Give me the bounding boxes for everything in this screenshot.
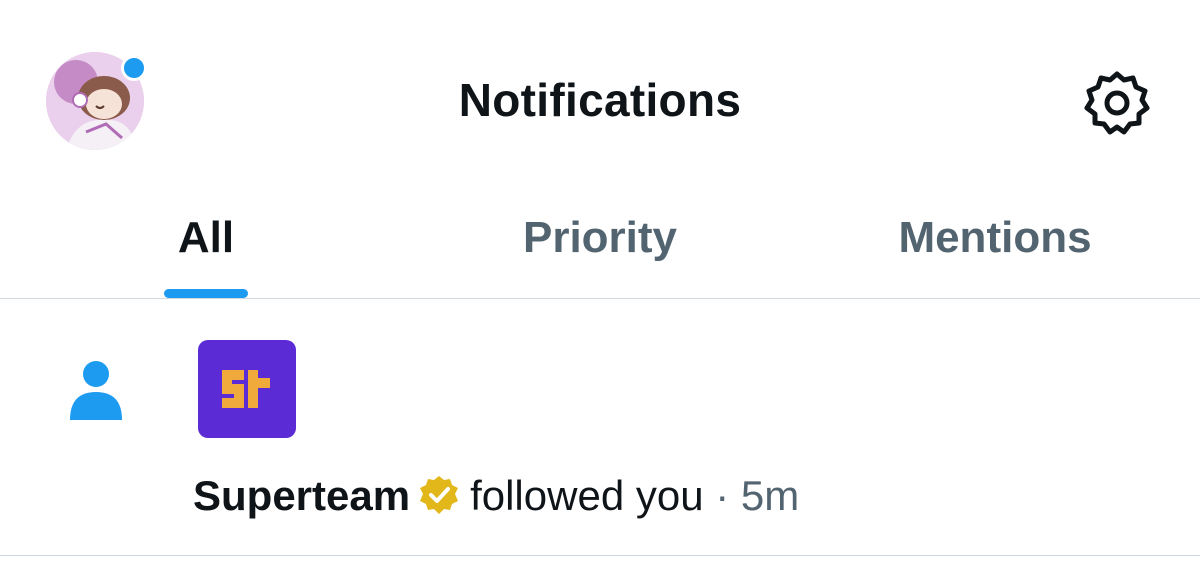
settings-button[interactable] <box>1084 70 1150 136</box>
tab-bar: All Priority Mentions <box>0 200 1200 299</box>
superteam-logo-mark <box>222 370 270 408</box>
superteam-logo[interactable] <box>198 340 296 438</box>
tab-priority[interactable]: Priority <box>460 200 740 298</box>
page-title: Notifications <box>458 74 742 126</box>
notification-separator: · <box>715 472 730 519</box>
notification-action: followed you <box>470 472 704 519</box>
notification-account-name[interactable]: Superteam <box>193 472 410 519</box>
tab-all-label: All <box>177 213 235 262</box>
person-follow-icon <box>68 358 124 422</box>
notification-time: 5m <box>740 472 800 519</box>
verified-badge-icon <box>418 474 460 516</box>
gear-icon <box>1084 71 1150 135</box>
tab-mentions[interactable]: Mentions <box>860 200 1130 298</box>
tab-priority-label: Priority <box>522 213 678 262</box>
header-bar: Notifications <box>0 0 1200 200</box>
notification-text: Superteam followed you · 5m <box>193 468 799 524</box>
tab-all[interactable]: All <box>106 200 306 298</box>
active-tab-indicator <box>164 289 248 298</box>
tab-mentions-label: Mentions <box>898 213 1092 262</box>
